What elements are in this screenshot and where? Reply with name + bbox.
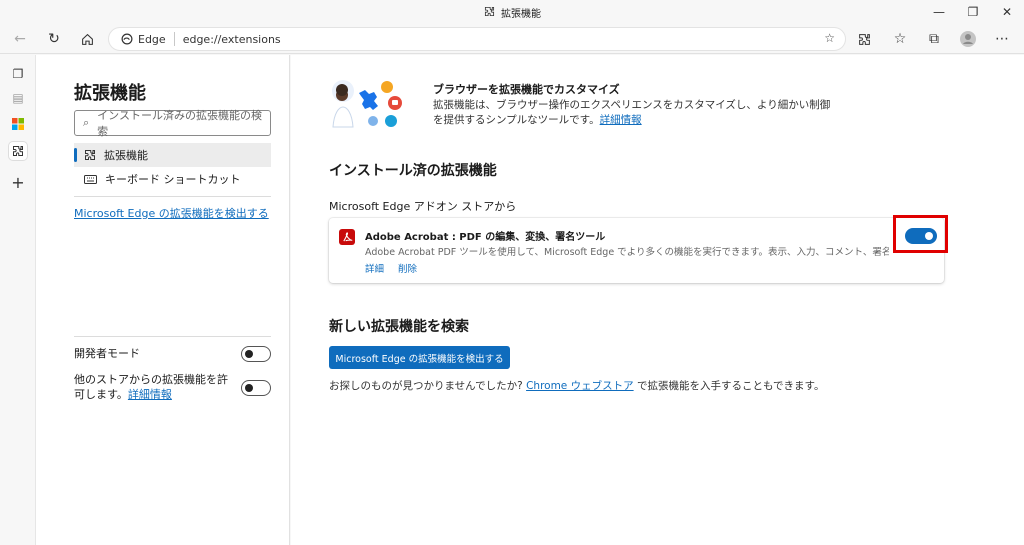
extension-description: Adobe Acrobat PDF ツールを使用して、Microsoft Edg… [365, 247, 889, 258]
hero-title: ブラウザーを拡張機能でカスタマイズ [433, 83, 620, 96]
hero-info-link[interactable]: 詳細情報 [600, 114, 642, 126]
installed-section-title: インストール済の拡張機能 [329, 163, 497, 179]
address-bar[interactable]: Edge edge://extensions ☆ [108, 27, 846, 51]
favorites-button[interactable]: ☆ [888, 27, 912, 51]
hero-illustration [332, 80, 402, 128]
tab-extensions-icon[interactable] [9, 142, 27, 160]
favorites-icon: ☆ [893, 31, 907, 47]
tab-actions-icon[interactable]: ❐ [9, 65, 27, 83]
allow-other-stores-label: 他のストアからの拡張機能を許可します。詳細情報 [74, 373, 228, 401]
sidebar-title: 拡張機能 [74, 83, 146, 104]
sidebar-item-label: キーボード ショートカット [105, 173, 241, 186]
dev-mode-row: 開発者モード [74, 346, 271, 366]
chrome-web-store-link[interactable]: Chrome ウェブストア [526, 380, 634, 392]
find-section-title: 新しい拡張機能を検索 [329, 319, 469, 335]
acrobat-icon [339, 229, 355, 245]
home-icon [81, 33, 93, 45]
edge-logo-icon [121, 33, 133, 45]
refresh-icon: ↻ [48, 31, 60, 47]
extension-details-link[interactable]: 詳細 [365, 261, 384, 275]
window-title-text: 拡張機能 [501, 9, 541, 20]
new-tab-icon[interactable]: + [9, 173, 27, 192]
more-menu-button[interactable]: ⋯ [990, 27, 1014, 51]
address-brand: Edge [138, 32, 166, 46]
keyboard-icon [84, 174, 97, 184]
sidebar-item-label: 拡張機能 [104, 149, 148, 162]
extension-search-input[interactable]: ⌕ インストール済みの拡張機能の検索 [74, 109, 271, 138]
tab-page-icon[interactable]: ▤ [9, 89, 27, 107]
title-bar: 拡張機能 — ❐ ✕ [0, 0, 1024, 24]
sidebar-item-keyboard-shortcuts[interactable]: キーボード ショートカット [74, 167, 271, 191]
hero-description: 拡張機能は、ブラウザー操作のエクスペリエンスをカスタマイズし、より細かい制御を提… [433, 99, 831, 126]
toggle-highlight-box [893, 215, 948, 253]
extension-name: Adobe Acrobat : PDF の編集、変換、署名ツール [365, 232, 606, 243]
main-content: ブラウザーを拡張機能でカスタマイズ 拡張機能は、ブラウザー操作のエクスペリエンス… [291, 55, 1024, 545]
extension-card: Adobe Acrobat : PDF の編集、変換、署名ツール Adobe A… [329, 218, 944, 283]
address-url[interactable]: edge://extensions [183, 33, 281, 46]
extensions-sidebar: 拡張機能 ⌕ インストール済みの拡張機能の検索 拡張機能 キーボード ショートカ… [36, 55, 290, 545]
collections-button[interactable]: ⧉ [922, 27, 946, 51]
allow-other-stores-row: 他のストアからの拡張機能を許可します。詳細情報 [74, 372, 271, 404]
minimize-button[interactable]: — [922, 0, 956, 24]
search-placeholder: インストール済みの拡張機能の検索 [97, 109, 262, 138]
home-button[interactable] [75, 27, 99, 51]
refresh-button[interactable]: ↻ [42, 27, 66, 51]
browser-toolbar: ← ↻ Edge edge://extensions ☆ ☆ ⧉ ⋯ [0, 24, 1024, 54]
footer-text: お探しのものが見つかりませんでしたか? Chrome ウェブストア で拡張機能を… [329, 380, 825, 392]
more-icon: ⋯ [995, 31, 1009, 47]
tab-store-icon[interactable] [9, 115, 27, 133]
close-button[interactable]: ✕ [990, 0, 1024, 24]
dev-mode-toggle[interactable] [241, 346, 271, 362]
profile-button[interactable] [956, 27, 980, 51]
allow-other-stores-toggle[interactable] [241, 380, 271, 396]
add-favorite-icon[interactable]: ☆ [824, 31, 835, 45]
back-button[interactable]: ← [8, 27, 32, 51]
puzzle-icon [484, 6, 495, 20]
allow-other-info-link[interactable]: 詳細情報 [128, 388, 172, 401]
sidebar-divider [74, 336, 271, 337]
discover-extensions-button[interactable]: Microsoft Edge の拡張機能を検出する [329, 346, 510, 369]
vertical-tab-strip: ❐ ▤ + [0, 55, 36, 545]
dev-mode-label: 開発者モード [74, 347, 140, 360]
discover-extensions-link[interactable]: Microsoft Edge の拡張機能を検出する [74, 205, 269, 221]
sidebar-item-extensions[interactable]: 拡張機能 [74, 143, 271, 167]
arrow-left-icon: ← [14, 31, 26, 47]
store-source-label: Microsoft Edge アドオン ストアから [329, 200, 517, 213]
window-title: 拡張機能 [484, 5, 541, 20]
puzzle-icon [85, 150, 95, 160]
extensions-button[interactable] [852, 27, 876, 51]
restore-button[interactable]: ❐ [956, 0, 990, 24]
address-separator [173, 32, 175, 46]
puzzle-icon [858, 33, 870, 45]
avatar-icon [960, 31, 976, 47]
collections-icon: ⧉ [929, 31, 939, 47]
search-icon: ⌕ [83, 116, 90, 129]
sidebar-divider [74, 196, 271, 197]
extension-remove-link[interactable]: 削除 [398, 261, 417, 275]
